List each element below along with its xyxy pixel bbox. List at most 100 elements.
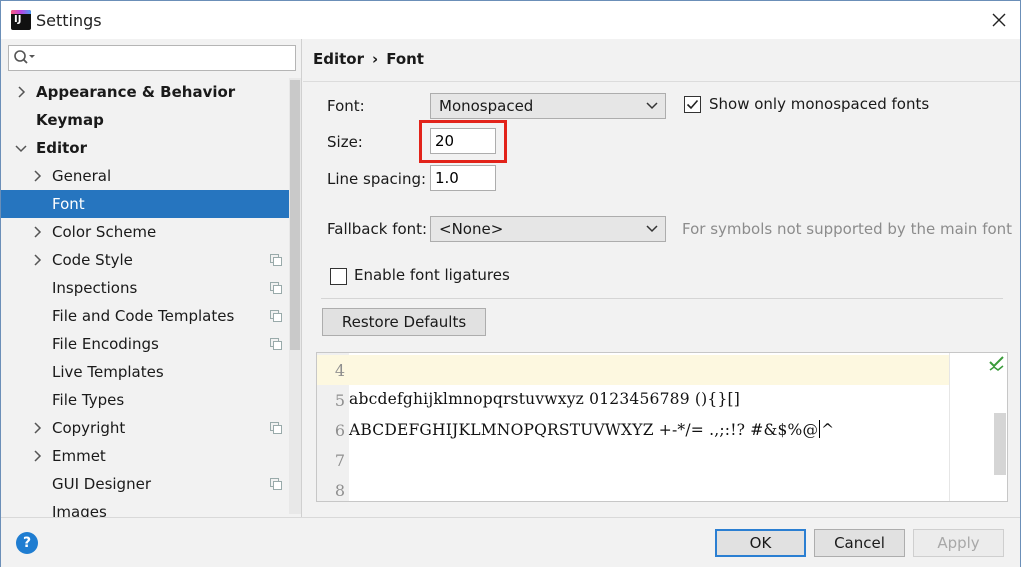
line-number: 8: [334, 481, 345, 500]
sidebar-item-label: File and Code Templates: [52, 307, 235, 325]
sidebar-item-label: Editor: [36, 139, 87, 157]
line-text: ABCDEFGHIJKLMNOPQRSTUVWXYZ +-*/= .,;:!? …: [349, 420, 834, 439]
line-number: 5: [334, 391, 345, 410]
ok-button[interactable]: OK: [715, 529, 806, 557]
line-spacing-field[interactable]: [430, 165, 496, 191]
breadcrumb-current: Font: [386, 50, 424, 68]
checkmark-icon: [686, 99, 699, 110]
search-input[interactable]: [39, 48, 289, 68]
show-monospaced-label[interactable]: Show only monospaced fonts: [709, 95, 929, 113]
font-settings-panel: Editor › Font Font: Monospaced Show only m…: [303, 39, 1020, 517]
sidebar-item-font[interactable]: Font: [1, 190, 301, 218]
sidebar-item-keymap[interactable]: Keymap: [1, 106, 301, 134]
sidebar-item-file-types[interactable]: File Types: [1, 386, 301, 414]
line-number: 4: [334, 361, 345, 380]
settings-search[interactable]: [8, 45, 296, 71]
chevron-right-icon[interactable]: [30, 421, 44, 435]
preview-line[interactable]: 4: [317, 355, 949, 385]
line-text: abcdefghijklmnopqrstuvwxyz 0123456789 ()…: [349, 390, 740, 408]
project-copy-icon: [270, 338, 282, 350]
sidebar-item-label: Emmet: [52, 447, 106, 465]
sidebar-item-label: Font: [52, 195, 85, 213]
chevron-right-icon[interactable]: [30, 225, 44, 239]
sidebar-item-live-templates[interactable]: Live Templates: [1, 358, 301, 386]
inspection-ok-icon[interactable]: [989, 356, 1005, 372]
chevron-down-icon: [646, 225, 658, 233]
line-number: 6: [334, 421, 345, 440]
sidebar-item-label: Images: [52, 503, 107, 517]
preview-line[interactable]: 8: [317, 475, 949, 501]
sidebar-item-label: General: [52, 167, 112, 185]
sidebar-item-label: Appearance & Behavior: [36, 83, 236, 101]
intellij-app-icon: IJ: [11, 10, 31, 30]
breadcrumb-parent[interactable]: Editor: [313, 50, 364, 68]
close-icon: [992, 13, 1006, 27]
show-monospaced-checkbox[interactable]: [684, 96, 701, 113]
line-spacing-input[interactable]: [431, 166, 495, 190]
settings-sidebar: Appearance & Behavior Keymap Editor General…: [1, 39, 302, 517]
font-ligatures-checkbox[interactable]: [330, 268, 347, 285]
chevron-down-icon: [646, 102, 658, 110]
preview-scrollbar-thumb[interactable]: [994, 413, 1006, 475]
options-divider: [321, 298, 1003, 299]
sidebar-item-label: Live Templates: [52, 363, 164, 381]
size-label: Size:: [327, 133, 363, 151]
title-bar: IJ Settings: [1, 1, 1020, 39]
sidebar-item-emmet[interactable]: Emmet: [1, 442, 301, 470]
font-dropdown-value: Monospaced: [439, 97, 534, 115]
chevron-right-icon[interactable]: [14, 85, 28, 99]
project-copy-icon: [270, 282, 282, 294]
sidebar-item-label: Color Scheme: [52, 223, 157, 241]
sidebar-item-label: Code Style: [52, 251, 133, 269]
font-dropdown[interactable]: Monospaced: [430, 93, 666, 119]
line-text-before-caret: ABCDEFGHIJKLMNOPQRSTUVWXYZ +-*/= .,;:!? …: [349, 421, 819, 439]
sidebar-item-file-encodings[interactable]: File Encodings: [1, 330, 301, 358]
sidebar-item-appearance-behavior[interactable]: Appearance & Behavior: [1, 78, 301, 106]
chevron-right-icon[interactable]: [30, 169, 44, 183]
project-copy-icon: [270, 478, 282, 490]
sidebar-item-images[interactable]: Images: [1, 498, 301, 517]
cancel-button[interactable]: Cancel: [814, 529, 905, 557]
sidebar-item-gui-designer[interactable]: GUI Designer: [1, 470, 301, 498]
sidebar-scrollbar[interactable]: [289, 78, 301, 514]
sidebar-item-label: Keymap: [36, 111, 104, 129]
close-button[interactable]: [986, 7, 1012, 33]
font-label: Font:: [327, 97, 365, 115]
sidebar-item-label: Copyright: [52, 419, 126, 437]
help-button[interactable]: ?: [16, 532, 38, 554]
preview-line[interactable]: 5 abcdefghijklmnopqrstuvwxyz 0123456789 …: [317, 385, 949, 415]
window-title: Settings: [36, 11, 102, 30]
search-icon: [14, 50, 35, 64]
chevron-down-icon[interactable]: [14, 141, 28, 155]
restore-defaults-button[interactable]: Restore Defaults: [322, 308, 486, 336]
sidebar-item-copyright[interactable]: Copyright: [1, 414, 301, 442]
sidebar-item-file-and-code-templates[interactable]: File and Code Templates: [1, 302, 301, 330]
fallback-font-dropdown[interactable]: <None>: [430, 216, 666, 242]
scrollbar-thumb[interactable]: [290, 80, 300, 350]
line-text-after-caret: ^: [821, 421, 835, 439]
chevron-right-icon[interactable]: [30, 449, 44, 463]
apply-button[interactable]: Apply: [913, 529, 1004, 557]
right-margin-guide: [949, 353, 950, 501]
preview-line[interactable]: 7: [317, 445, 949, 475]
preview-line[interactable]: 6 ABCDEFGHIJKLMNOPQRSTUVWXYZ +-*/= .,;:!…: [317, 415, 949, 445]
font-preview-editor[interactable]: 4 5 abcdefghijklmnopqrstuvwxyz 012345678…: [316, 352, 1008, 502]
sidebar-item-general[interactable]: General: [1, 162, 301, 190]
line-number: 7: [334, 451, 345, 470]
sidebar-item-label: File Encodings: [52, 335, 159, 353]
font-ligatures-label[interactable]: Enable font ligatures: [354, 266, 510, 284]
sidebar-item-code-style[interactable]: Code Style: [1, 246, 301, 274]
fallback-font-label: Fallback font:: [327, 220, 428, 238]
sidebar-item-label: GUI Designer: [52, 475, 151, 493]
dialog-button-bar: ? OK Cancel Apply: [1, 517, 1020, 567]
project-copy-icon: [270, 254, 282, 266]
settings-window: IJ Settings Appearance & Behavior Keymap E…: [0, 0, 1021, 567]
sidebar-item-inspections[interactable]: Inspections: [1, 274, 301, 302]
sidebar-item-editor[interactable]: Editor: [1, 134, 301, 162]
settings-tree: Appearance & Behavior Keymap Editor General…: [1, 78, 301, 517]
sidebar-item-label: File Types: [52, 391, 125, 409]
sidebar-item-label: Inspections: [52, 279, 138, 297]
project-copy-icon: [270, 310, 282, 322]
sidebar-item-color-scheme[interactable]: Color Scheme: [1, 218, 301, 246]
chevron-right-icon[interactable]: [30, 253, 44, 267]
